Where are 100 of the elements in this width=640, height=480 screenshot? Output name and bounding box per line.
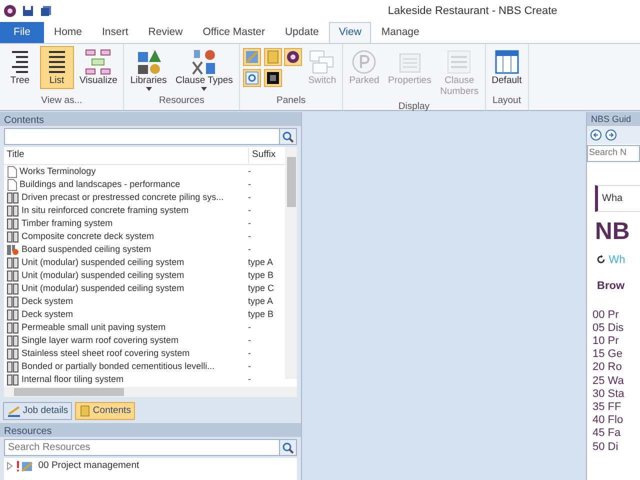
panel-tab[interactable]: Contents xyxy=(74,402,135,420)
ribbon-button[interactable]: Visualize xyxy=(76,46,120,89)
search-icon xyxy=(282,130,294,142)
section-link[interactable]: 35 FF xyxy=(587,400,640,414)
section-link[interactable]: 00 Pr xyxy=(587,308,640,322)
list-row[interactable]: Unit (modular) suspended ceiling system type C xyxy=(4,282,284,295)
row-title: Unit (modular) suspended ceiling system xyxy=(22,256,184,269)
ribbon-button[interactable]: Libraries xyxy=(127,46,170,93)
row-title: Driven precast or prestressed concrete piling sys... xyxy=(22,191,224,204)
ribbon-button[interactable]: Default xyxy=(488,46,525,89)
search-field[interactable]: Search Resources xyxy=(4,439,280,456)
panel-toggle-button[interactable] xyxy=(264,68,282,87)
row-title: Composite concrete deck system xyxy=(22,230,154,243)
system-icon xyxy=(6,192,19,204)
row-suffix: - xyxy=(248,191,252,204)
group-label: Display xyxy=(397,100,430,114)
clause-numbers-icon xyxy=(445,48,474,76)
column-header[interactable]: Suffix xyxy=(248,148,282,163)
group-label: Resources xyxy=(158,94,206,108)
refresh-icon xyxy=(597,255,606,264)
row-suffix: type A xyxy=(248,295,274,308)
list-row[interactable]: Board suspended ceiling system - xyxy=(4,243,284,256)
list-row[interactable]: Buildings and landscapes - performance - xyxy=(4,178,284,191)
scrollbar[interactable] xyxy=(285,147,297,379)
panel-toggle-button[interactable] xyxy=(264,48,282,66)
caret-icon xyxy=(146,86,152,91)
list-row[interactable]: Driven precast or prestressed concrete piling sys... - xyxy=(4,191,284,204)
group-label: View as... xyxy=(40,94,84,108)
caret-icon xyxy=(201,86,208,91)
ribbon-tab[interactable]: Manage xyxy=(371,22,430,43)
letter-g-icon xyxy=(244,70,259,85)
ribbon-button[interactable]: List xyxy=(40,46,74,89)
system-icon xyxy=(6,334,19,346)
search-field[interactable]: Search N xyxy=(587,144,640,162)
scrollbar[interactable] xyxy=(4,387,297,397)
ruler-pencil-icon xyxy=(6,405,21,418)
column-header[interactable]: Title xyxy=(4,148,248,163)
row-suffix: - xyxy=(248,373,252,386)
row-title: In situ reinforced concrete framing system xyxy=(22,204,189,217)
system-icon xyxy=(6,296,19,308)
list-row[interactable]: Stainless steel sheet roof covering system - xyxy=(4,347,284,360)
system-icon xyxy=(6,360,19,372)
section-link[interactable]: 50 Di xyxy=(587,440,640,454)
row-title: Bonded or partially bonded cementitious levelli... xyxy=(22,360,215,373)
section-link[interactable]: 25 Wa xyxy=(587,374,640,388)
ribbon-button[interactable]: Clause Types xyxy=(172,46,236,93)
list-row[interactable]: Deck system type A xyxy=(4,295,284,308)
row-suffix: - xyxy=(248,165,252,178)
ribbon-tab[interactable]: Update xyxy=(274,22,329,43)
section-link[interactable]: 40 Flo xyxy=(587,414,640,428)
ribbon-tab[interactable]: Insert xyxy=(92,22,138,43)
row-suffix: - xyxy=(248,243,252,256)
row-suffix: - xyxy=(248,360,252,373)
section-link[interactable]: 10 Pr xyxy=(587,334,640,348)
document-icon xyxy=(6,166,17,178)
panel-toggle-button[interactable] xyxy=(242,48,261,66)
ribbon-tab[interactable]: File xyxy=(0,22,44,43)
system-icon xyxy=(6,308,19,320)
search-field[interactable] xyxy=(4,128,280,145)
list-row[interactable]: Internal floor tiling system - xyxy=(4,373,284,386)
system-icon xyxy=(6,218,19,230)
row-suffix: - xyxy=(248,217,252,230)
ribbon-tab[interactable]: Office Master xyxy=(192,22,275,43)
panel-tab[interactable]: Job details xyxy=(2,402,72,420)
section-link[interactable]: 45 Fa xyxy=(587,427,640,441)
list-row[interactable]: Timber framing system - xyxy=(4,217,284,230)
section-link[interactable]: 20 Ro xyxy=(587,361,640,375)
list-row[interactable]: Deck system type B xyxy=(4,308,284,321)
system-icon xyxy=(6,322,19,334)
expander-icon[interactable] xyxy=(6,462,13,470)
section-link[interactable]: 05 Dis xyxy=(587,322,640,335)
list-row[interactable]: Works Terminology - xyxy=(4,165,284,178)
row-title: Single layer warm roof covering system xyxy=(22,334,179,347)
panel-toggle-button[interactable] xyxy=(284,48,302,66)
list-row[interactable]: Composite concrete deck system - xyxy=(4,230,284,243)
list-row[interactable]: Single layer warm roof covering system - xyxy=(4,334,284,347)
list-row[interactable]: Permeable small unit paving system - xyxy=(4,321,284,334)
list-row[interactable]: Bonded or partially bonded cementitious levelli... - xyxy=(4,360,284,373)
section-link[interactable]: 30 Sta xyxy=(587,388,640,401)
ribbon-tab[interactable]: View xyxy=(328,22,372,43)
row-suffix: type B xyxy=(248,308,275,321)
row-suffix: - xyxy=(248,204,252,217)
system-icon xyxy=(6,270,19,282)
row-title: Unit (modular) suspended ceiling system xyxy=(22,282,184,295)
search-button[interactable] xyxy=(280,439,297,456)
ribbon-tab[interactable]: Home xyxy=(44,22,92,43)
list-row[interactable]: Unit (modular) suspended ceiling system type A xyxy=(4,256,284,269)
row-suffix: - xyxy=(248,334,252,347)
parked-icon xyxy=(350,48,378,76)
section-link[interactable]: 15 Ge xyxy=(587,348,640,362)
panel-header: Resources xyxy=(0,423,301,437)
panel-toggle-button[interactable] xyxy=(242,68,261,87)
page-heading: NB xyxy=(595,220,631,244)
row-suffix: - xyxy=(248,321,252,334)
list-row[interactable]: Unit (modular) suspended ceiling system type B xyxy=(4,269,284,282)
ribbon-button[interactable]: Tree xyxy=(3,46,37,89)
ribbon-tab[interactable]: Review xyxy=(138,22,193,43)
list-row[interactable]: In situ reinforced concrete framing system - xyxy=(4,204,284,217)
search-button[interactable] xyxy=(280,128,297,145)
panel-header: NBS Guid xyxy=(587,112,640,126)
